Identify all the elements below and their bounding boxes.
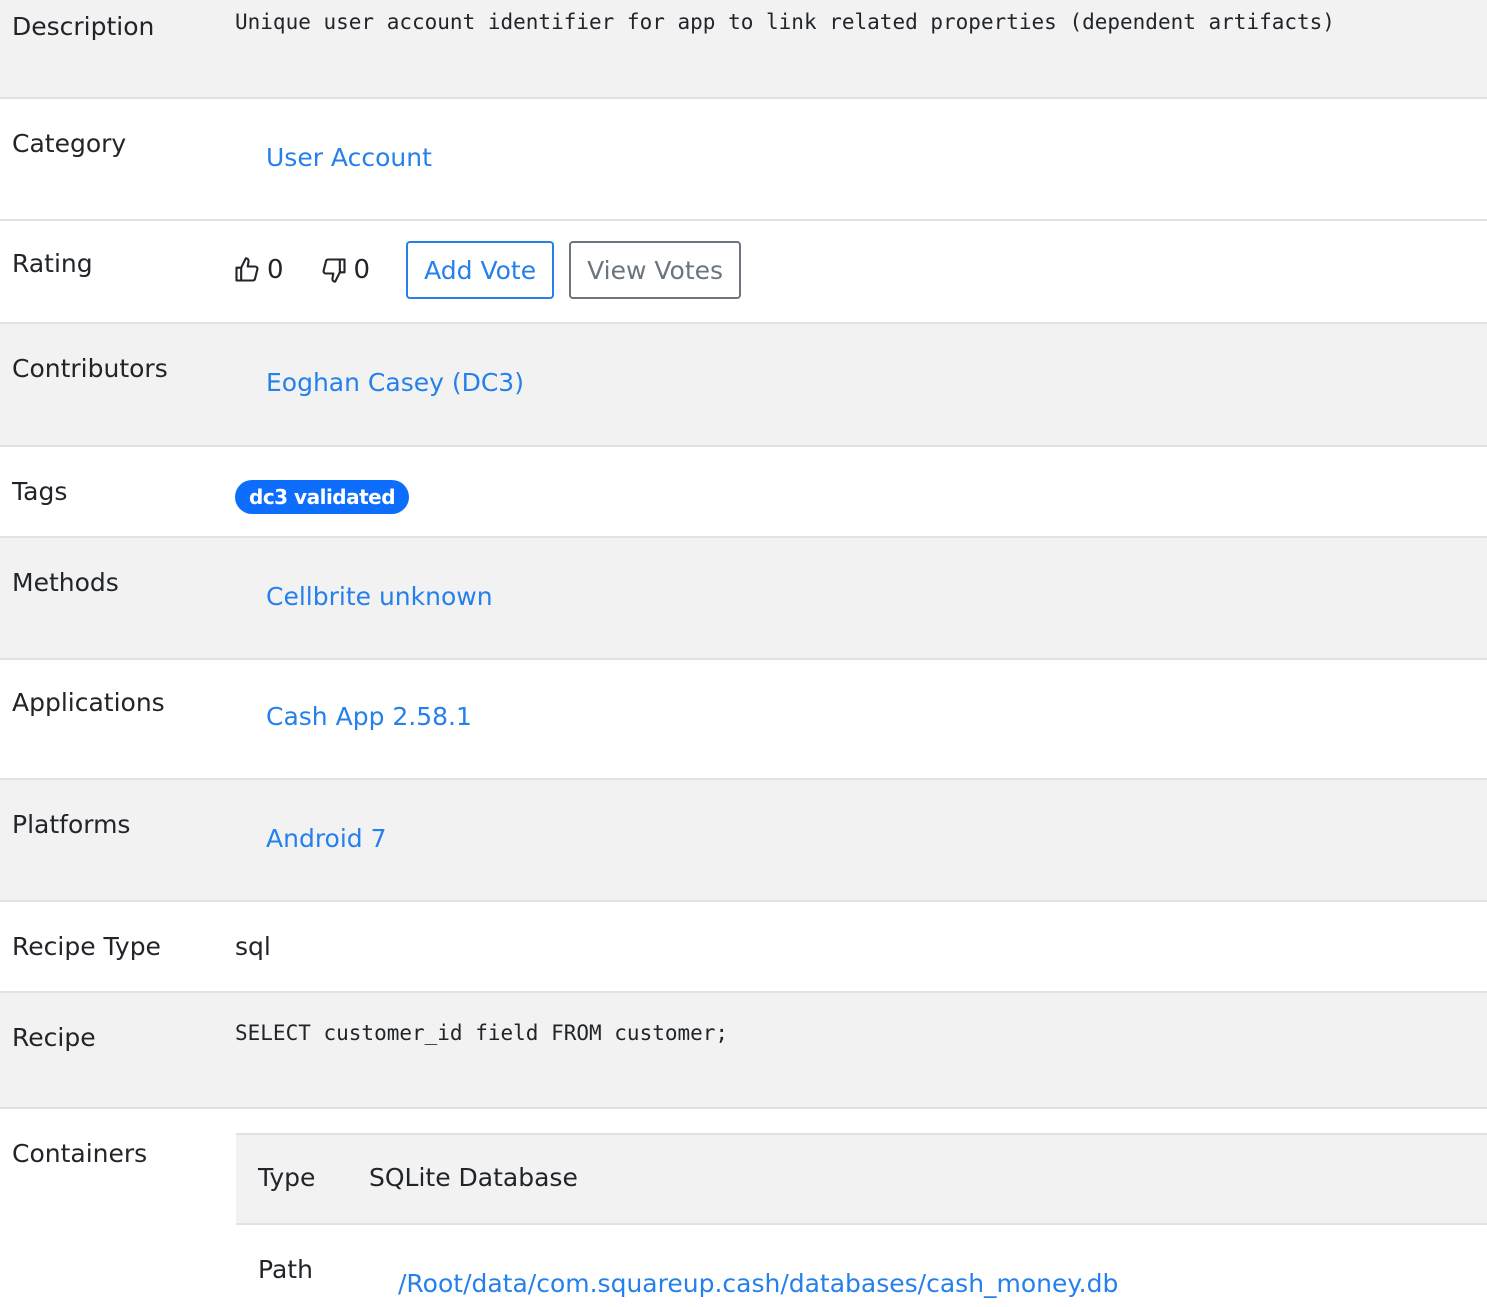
- rating-controls: 0 0 Add Vote View Votes: [233, 241, 756, 299]
- platforms-label: Platforms: [12, 810, 131, 839]
- container-path-link[interactable]: /Root/data/com.squareup.cash/databases/c…: [398, 1269, 1118, 1298]
- recipe-code: SELECT customer_id field FROM customer;: [235, 1021, 729, 1045]
- recipe-label: Recipe: [12, 1023, 96, 1052]
- description-value: Unique user account identifier for app t…: [235, 10, 1335, 34]
- description-label: Description: [12, 12, 155, 41]
- container-path-row: Path /Root/data/com.squareup.cash/databa…: [236, 1225, 1487, 1307]
- tag-badge[interactable]: dc3 validated: [235, 480, 410, 514]
- containers-label: Containers: [12, 1139, 148, 1168]
- row-recipe-type: Recipe Type sql: [0, 902, 1487, 993]
- row-applications: Applications Cash App 2.58.1: [0, 660, 1487, 780]
- row-description: Description Unique user account identifi…: [0, 0, 1487, 99]
- thumbs-down-icon: [322, 258, 346, 283]
- container-path-label: Path: [258, 1255, 313, 1284]
- row-recipe: Recipe SELECT customer_id field FROM cus…: [0, 993, 1487, 1109]
- row-methods: Methods Cellbrite unknown: [0, 538, 1487, 660]
- methods-label: Methods: [12, 568, 119, 597]
- category-label: Category: [12, 129, 127, 158]
- thumbs-up-count: 0: [267, 255, 284, 285]
- rating-label: Rating: [12, 249, 93, 278]
- row-platforms: Platforms Android 7: [0, 780, 1487, 902]
- contributor-link[interactable]: Eoghan Casey (DC3): [266, 368, 524, 397]
- category-link[interactable]: User Account: [266, 143, 432, 172]
- platform-link[interactable]: Android 7: [266, 824, 387, 853]
- applications-label: Applications: [12, 688, 165, 717]
- artifact-details-table: Description Unique user account identifi…: [0, 0, 1487, 1307]
- row-tags: Tags dc3 validated: [0, 447, 1487, 538]
- recipe-type-value: sql: [235, 932, 271, 961]
- thumbs-up-icon: [235, 257, 259, 282]
- method-link[interactable]: Cellbrite unknown: [266, 582, 493, 611]
- row-contributors: Contributors Eoghan Casey (DC3): [0, 324, 1487, 447]
- recipe-type-label: Recipe Type: [12, 932, 161, 961]
- view-votes-button[interactable]: View Votes: [569, 241, 742, 299]
- container-type-row: Type SQLite Database: [236, 1133, 1487, 1225]
- thumbs-down-count: 0: [353, 255, 371, 285]
- thumbs-up-vote[interactable]: 0: [233, 255, 284, 285]
- containers-table: Type SQLite Database Path /Root/data/com…: [236, 1133, 1487, 1307]
- container-type-label: Type: [258, 1163, 316, 1192]
- row-category: Category User Account: [0, 99, 1487, 221]
- contributors-label: Contributors: [12, 354, 168, 383]
- tags-label: Tags: [12, 477, 68, 506]
- add-vote-button[interactable]: Add Vote: [406, 241, 555, 299]
- row-containers: Containers Type SQLite Database Path /Ro…: [0, 1109, 1487, 1307]
- application-link[interactable]: Cash App 2.58.1: [266, 702, 472, 731]
- row-rating: Rating 0 0 Add Vote View Votes: [0, 221, 1487, 324]
- container-type-value: SQLite Database: [369, 1163, 578, 1192]
- thumbs-down-vote[interactable]: 0: [320, 255, 371, 285]
